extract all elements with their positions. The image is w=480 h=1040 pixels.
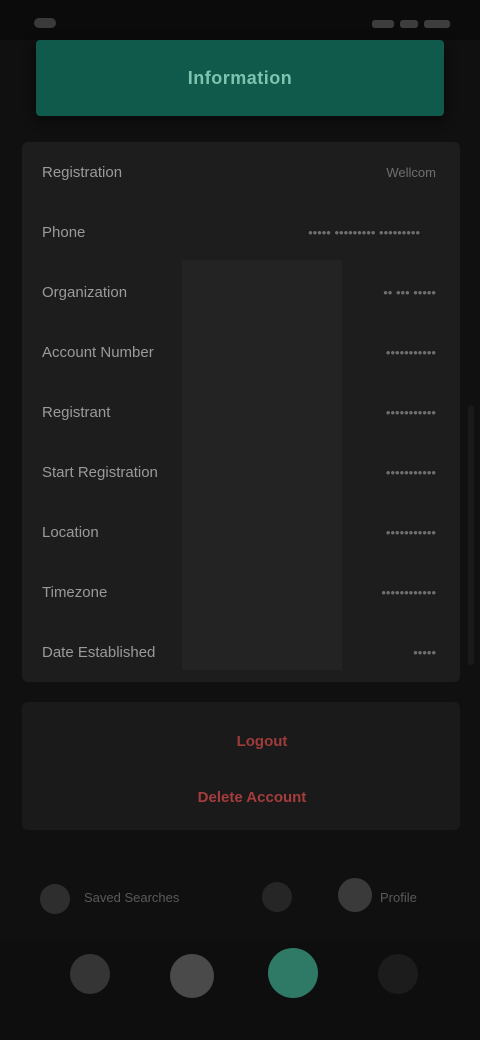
home-icon[interactable] <box>70 954 110 994</box>
app-screen: Information Registration Wellcom Phone •… <box>0 0 480 1040</box>
info-row-value: Wellcom <box>386 164 436 180</box>
status-bar <box>0 0 480 40</box>
info-row-account-number[interactable]: Account Number ••••••••••• <box>22 322 460 382</box>
add-icon[interactable] <box>268 948 318 998</box>
info-row-label: Registrant <box>42 403 111 421</box>
info-row-location[interactable]: Location ••••••••••• <box>22 502 460 562</box>
saved-searches-label[interactable]: Saved Searches <box>84 890 179 905</box>
battery-icon <box>424 20 450 28</box>
info-row-start-registration[interactable]: Start Registration ••••••••••• <box>22 442 460 502</box>
signal-icon <box>372 20 394 28</box>
danger-zone: Logout Delete Account <box>22 702 460 830</box>
info-row-value: ••••••••••• <box>385 524 436 540</box>
profile-label[interactable]: Profile <box>380 890 417 905</box>
page-title: Information <box>187 67 293 88</box>
status-icons <box>360 20 450 28</box>
info-row-label: Registration <box>42 163 123 181</box>
mini-action-bar: Saved Searches Profile <box>22 860 460 940</box>
logout-button[interactable]: Logout <box>212 726 312 756</box>
info-row-value: •• ••• ••••• <box>383 284 436 300</box>
info-row-registrant[interactable]: Registrant ••••••••••• <box>22 382 460 442</box>
info-row-date-established[interactable]: Date Established ••••• <box>22 622 460 682</box>
page-header: Information <box>36 40 444 116</box>
info-row-organization[interactable]: Organization •• ••• ••••• <box>22 262 460 322</box>
info-row-value: ••••• <box>413 644 436 660</box>
info-row-label: Account Number <box>42 343 154 361</box>
info-row-value: ••••••••••• <box>385 464 436 480</box>
delete-account-button[interactable]: Delete Account <box>162 782 342 812</box>
profile-icon[interactable] <box>338 878 372 912</box>
bottom-navigation <box>0 940 480 1040</box>
menu-icon[interactable] <box>378 954 418 994</box>
info-row-value: ••••• ••••••••• ••••••••• <box>308 224 420 240</box>
bookmark-icon[interactable] <box>40 884 70 914</box>
wifi-icon <box>400 20 418 28</box>
search-icon[interactable] <box>170 954 214 998</box>
info-row-label: Date Established <box>42 643 156 661</box>
info-card: Registration Wellcom Phone ••••• •••••••… <box>22 142 460 682</box>
info-row-label: Timezone <box>42 583 108 601</box>
info-row-label: Phone <box>42 223 86 241</box>
info-row-label: Organization <box>42 283 128 301</box>
status-indicator-icon <box>34 18 56 28</box>
info-row-value: ••••••••••• <box>385 344 436 360</box>
scrollbar[interactable] <box>468 405 474 665</box>
info-row-registration[interactable]: Registration Wellcom <box>22 142 460 202</box>
info-row-value: ••••••••••• <box>385 404 436 420</box>
info-row-timezone[interactable]: Timezone •••••••••••• <box>22 562 460 622</box>
info-row-label: Location <box>42 523 99 541</box>
info-row-label: Start Registration <box>42 463 158 481</box>
info-row-value: •••••••••••• <box>381 584 436 600</box>
share-icon[interactable] <box>262 882 292 912</box>
info-row-phone[interactable]: Phone ••••• ••••••••• ••••••••• <box>22 202 460 262</box>
